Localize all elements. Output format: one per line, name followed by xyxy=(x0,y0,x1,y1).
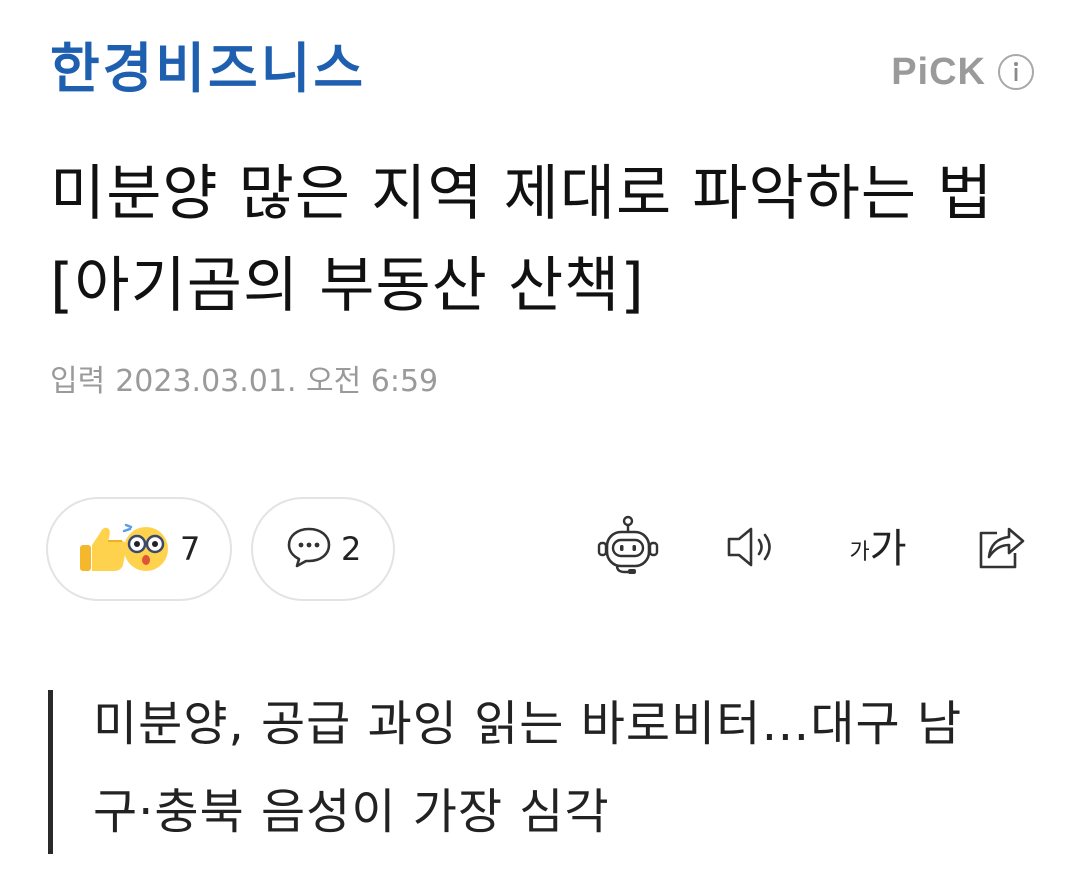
pick-area: PiCK xyxy=(891,50,1036,94)
article-subtitle-quote: 미분양, 공급 과잉 읽는 바로비터…대구 남구·충북 음성이 가장 심각 xyxy=(48,690,998,854)
robot-summary-icon xyxy=(595,514,661,584)
info-circle-icon[interactable] xyxy=(996,52,1036,92)
text-to-speech-button[interactable] xyxy=(718,516,784,582)
font-size-large-label: 가 xyxy=(869,526,907,572)
share-button[interactable] xyxy=(968,516,1034,582)
date-value: 2023.03.01. 오전 6:59 xyxy=(115,364,439,399)
article-header: 한경비즈니스 PiCK xyxy=(0,0,1080,130)
article-subtitle: 미분양, 공급 과잉 읽는 바로비터…대구 남구·충북 음성이 가장 심각 xyxy=(93,696,963,840)
font-size-small-label: 가 xyxy=(849,540,870,565)
share-icon xyxy=(971,517,1031,581)
pick-badge: PiCK xyxy=(891,51,986,93)
date-label: 입력 xyxy=(50,364,106,399)
speaker-icon xyxy=(721,517,781,581)
article-title: 미분양 많은 지역 제대로 파악하는 법[아기곰의 부동산 산책] xyxy=(50,159,994,321)
comment-bubble-icon xyxy=(285,524,333,574)
reaction-count: 7 xyxy=(180,530,201,568)
comment-count: 2 xyxy=(341,530,362,568)
surprised-emoji-icon xyxy=(120,519,172,579)
font-size-button[interactable]: 가가 xyxy=(838,516,918,582)
comment-button[interactable]: 2 xyxy=(251,497,395,601)
reaction-button[interactable]: 7 xyxy=(46,497,232,601)
publish-date: 입력 2023.03.01. 오전 6:59 xyxy=(50,360,438,404)
article-page: 한경비즈니스 PiCK 미분양 많은 지역 제대로 파악하는 법[아기곰의 부동… xyxy=(0,0,1080,896)
summary-bot-button[interactable] xyxy=(595,514,661,584)
press-logo[interactable]: 한경비즈니스 xyxy=(50,34,366,104)
